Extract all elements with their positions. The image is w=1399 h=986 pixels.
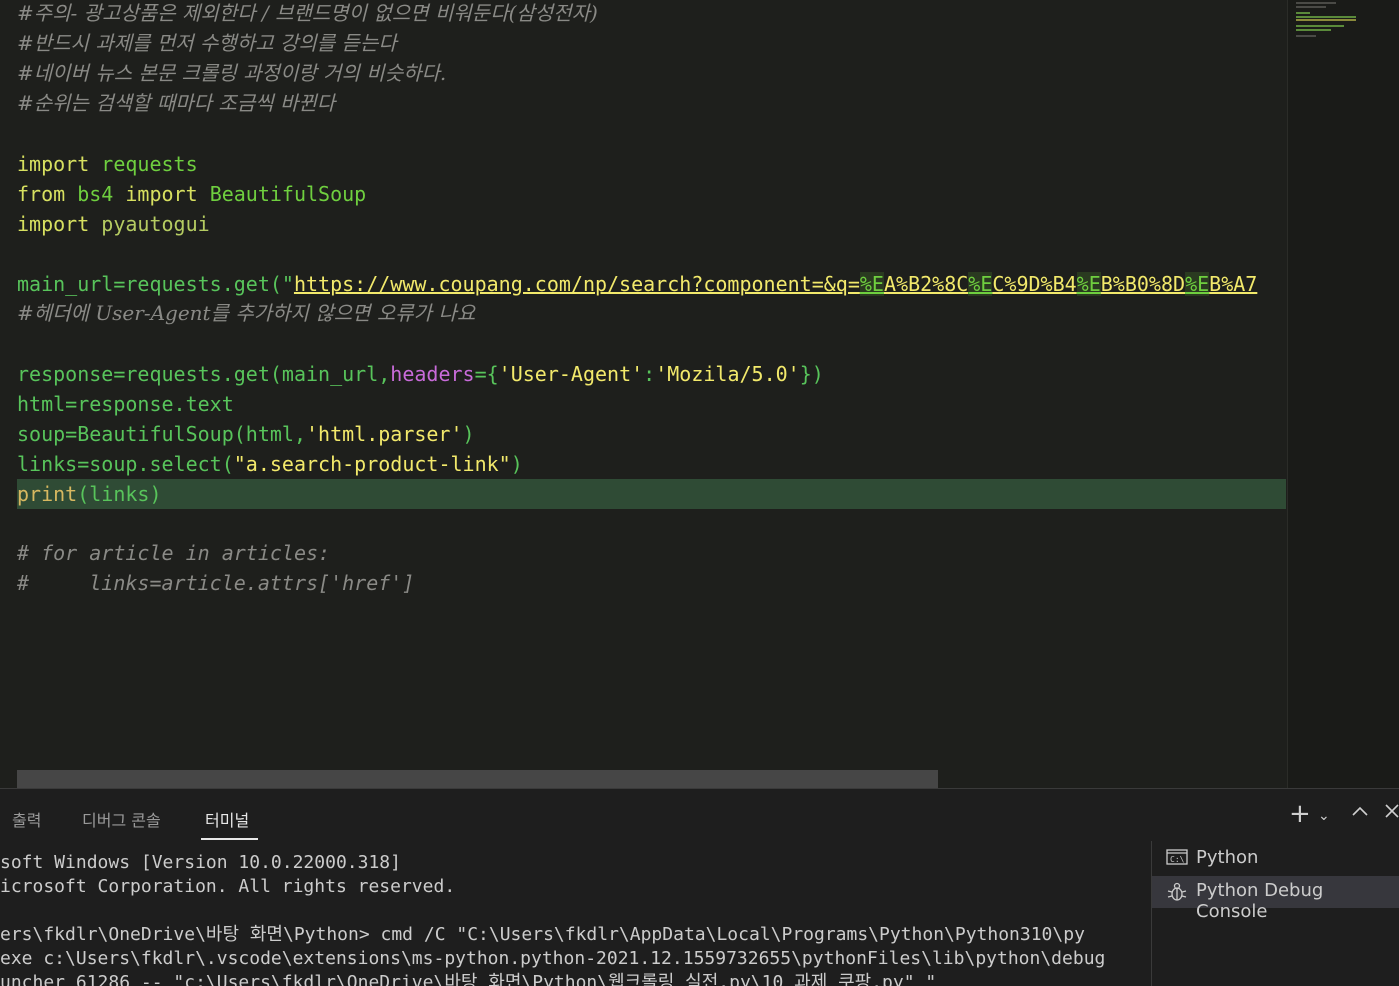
comment-line: #반드시 과제를 먼저 수행하고 강의를 듣는다 bbox=[17, 31, 397, 55]
terminal-output[interactable]: soft Windows [Version 10.0.22000.318] ic… bbox=[0, 841, 1150, 986]
active-tab-indicator bbox=[201, 838, 258, 840]
plus-icon[interactable]: + bbox=[1289, 799, 1311, 829]
debug-icon bbox=[1166, 881, 1188, 903]
minimap-line bbox=[1296, 19, 1356, 21]
parameter-name: headers bbox=[390, 362, 475, 386]
code-line-import-pyautogui: import pyautogui bbox=[17, 209, 210, 239]
url-link[interactable]: B%B0%8D bbox=[1101, 272, 1185, 296]
code-text: (links) bbox=[77, 482, 162, 506]
bottom-panel: 출력 디버그 콘솔 터미널 + ⌄ soft Windows [Version … bbox=[0, 788, 1399, 986]
code-text: }) bbox=[799, 362, 824, 386]
tab-output[interactable]: 출력 bbox=[12, 807, 41, 831]
horizontal-scrollbar[interactable] bbox=[17, 770, 938, 788]
minimap-line bbox=[1296, 6, 1326, 8]
url-escape: %E bbox=[968, 272, 993, 296]
svg-text:C:\: C:\ bbox=[1170, 855, 1185, 864]
code-text: response=requests.get(main_url, bbox=[17, 362, 391, 386]
code-line-import-bs4: from bs4 import BeautifulSoup bbox=[17, 179, 366, 209]
terminal-item-python-debug-console[interactable]: Python Debug Console bbox=[1152, 876, 1399, 922]
minimap[interactable] bbox=[1287, 0, 1399, 788]
code-editor[interactable]: #주의- 광고상품은 제외한다 / 브랜드명이 없으면 비워둔다(삼성전자) #… bbox=[0, 0, 1287, 788]
chevron-down-icon[interactable]: ⌄ bbox=[1318, 808, 1330, 824]
terminal-icon: C:\ bbox=[1166, 848, 1188, 870]
comment-line: # links=article.attrs['href'] bbox=[17, 571, 415, 595]
string-literal: 'html.parser' bbox=[305, 422, 463, 446]
keyword: import bbox=[17, 152, 90, 176]
url-link[interactable]: B%A7 bbox=[1209, 272, 1257, 296]
code-text: soup=BeautifulSoup(html, bbox=[17, 422, 306, 446]
minimap-line bbox=[1296, 25, 1344, 27]
keyword: import bbox=[17, 212, 90, 236]
url-escape: %E bbox=[1185, 272, 1210, 296]
minimap-line bbox=[1296, 12, 1310, 14]
code-text: : bbox=[643, 362, 656, 386]
terminal-list: C:\ Python Python Debug Console bbox=[1151, 841, 1399, 986]
chevron-up-icon[interactable] bbox=[1351, 803, 1369, 822]
code-text: main_url=requests.get(" bbox=[17, 272, 294, 296]
string-literal: 'Mozila/5.0' bbox=[655, 362, 800, 386]
url-escape: %E bbox=[859, 272, 884, 296]
code-line-response: response=requests.get(main_url,headers={… bbox=[17, 359, 824, 389]
code-text: ) bbox=[462, 422, 475, 446]
tab-terminal[interactable]: 터미널 bbox=[205, 807, 249, 831]
code-text: links=soup.select( bbox=[17, 452, 234, 476]
module-name: bs4 bbox=[77, 182, 114, 206]
minimap-line bbox=[1296, 2, 1336, 4]
code-line-html: html=response.text bbox=[17, 392, 234, 416]
code-line-print: print(links) bbox=[17, 479, 162, 509]
module-name: requests bbox=[101, 152, 198, 176]
url-escape: %E bbox=[1076, 272, 1101, 296]
terminal-item-python[interactable]: C:\ Python bbox=[1152, 843, 1399, 875]
comment-line: #헤더에 User-Agent를 추가하지 않으면 오류가 나요 bbox=[17, 301, 476, 325]
url-link[interactable]: https://www.coupang.com/np/search?compon… bbox=[294, 272, 860, 296]
code-line-main-url: main_url=requests.get("https://www.coupa… bbox=[17, 269, 1257, 299]
keyword: import bbox=[125, 182, 198, 206]
code-text: ) bbox=[510, 452, 523, 476]
code-line-import-requests: import requests bbox=[17, 149, 198, 179]
minimap-line bbox=[1296, 16, 1356, 18]
keyword: from bbox=[17, 182, 66, 206]
code-line-links: links=soup.select("a.search-product-link… bbox=[17, 449, 523, 479]
comment-line: #네이버 뉴스 본문 크롤링 과정이랑 거의 비슷하다. bbox=[17, 61, 447, 85]
string-literal: 'User-Agent' bbox=[498, 362, 644, 386]
comment-line: #순위는 검색할 때마다 조금씩 바뀐다 bbox=[17, 91, 336, 115]
tab-debug-console[interactable]: 디버그 콘솔 bbox=[82, 807, 161, 831]
string-literal: "a.search-product-link" bbox=[233, 452, 511, 476]
minimap-line bbox=[1296, 35, 1316, 37]
code-text: ={ bbox=[474, 362, 499, 386]
builtin-function: print bbox=[17, 482, 78, 506]
close-icon[interactable] bbox=[1384, 803, 1399, 823]
terminal-item-label: Python Debug Console bbox=[1196, 880, 1324, 922]
module-name: pyautogui bbox=[101, 212, 210, 236]
class-name: BeautifulSoup bbox=[209, 182, 367, 206]
url-link[interactable]: A%B2%8C bbox=[884, 272, 968, 296]
minimap-line bbox=[1296, 29, 1331, 31]
terminal-line: soft Windows [Version 10.0.22000.318] bbox=[0, 852, 401, 873]
current-line-highlight bbox=[17, 479, 1286, 509]
comment-line: # for article in articles: bbox=[17, 541, 331, 565]
terminal-item-label: Python bbox=[1196, 847, 1259, 868]
terminal-line: icrosoft Corporation. All rights reserve… bbox=[0, 876, 456, 897]
code-line-soup: soup=BeautifulSoup(html,'html.parser') bbox=[17, 419, 475, 449]
terminal-line: ers\fkdlr\OneDrive\바탕 화면\Python> cmd /C … bbox=[0, 924, 1085, 945]
terminal-line: uncher 61286 -- "c:\Users\fkdlr\OneDrive… bbox=[0, 972, 937, 986]
url-link[interactable]: C%9D%B4 bbox=[992, 272, 1076, 296]
terminal-line: exe c:\Users\fkdlr\.vscode\extensions\ms… bbox=[0, 948, 1106, 969]
comment-line: #주의- 광고상품은 제외한다 / 브랜드명이 없으면 비워둔다(삼성전자) bbox=[17, 1, 598, 25]
